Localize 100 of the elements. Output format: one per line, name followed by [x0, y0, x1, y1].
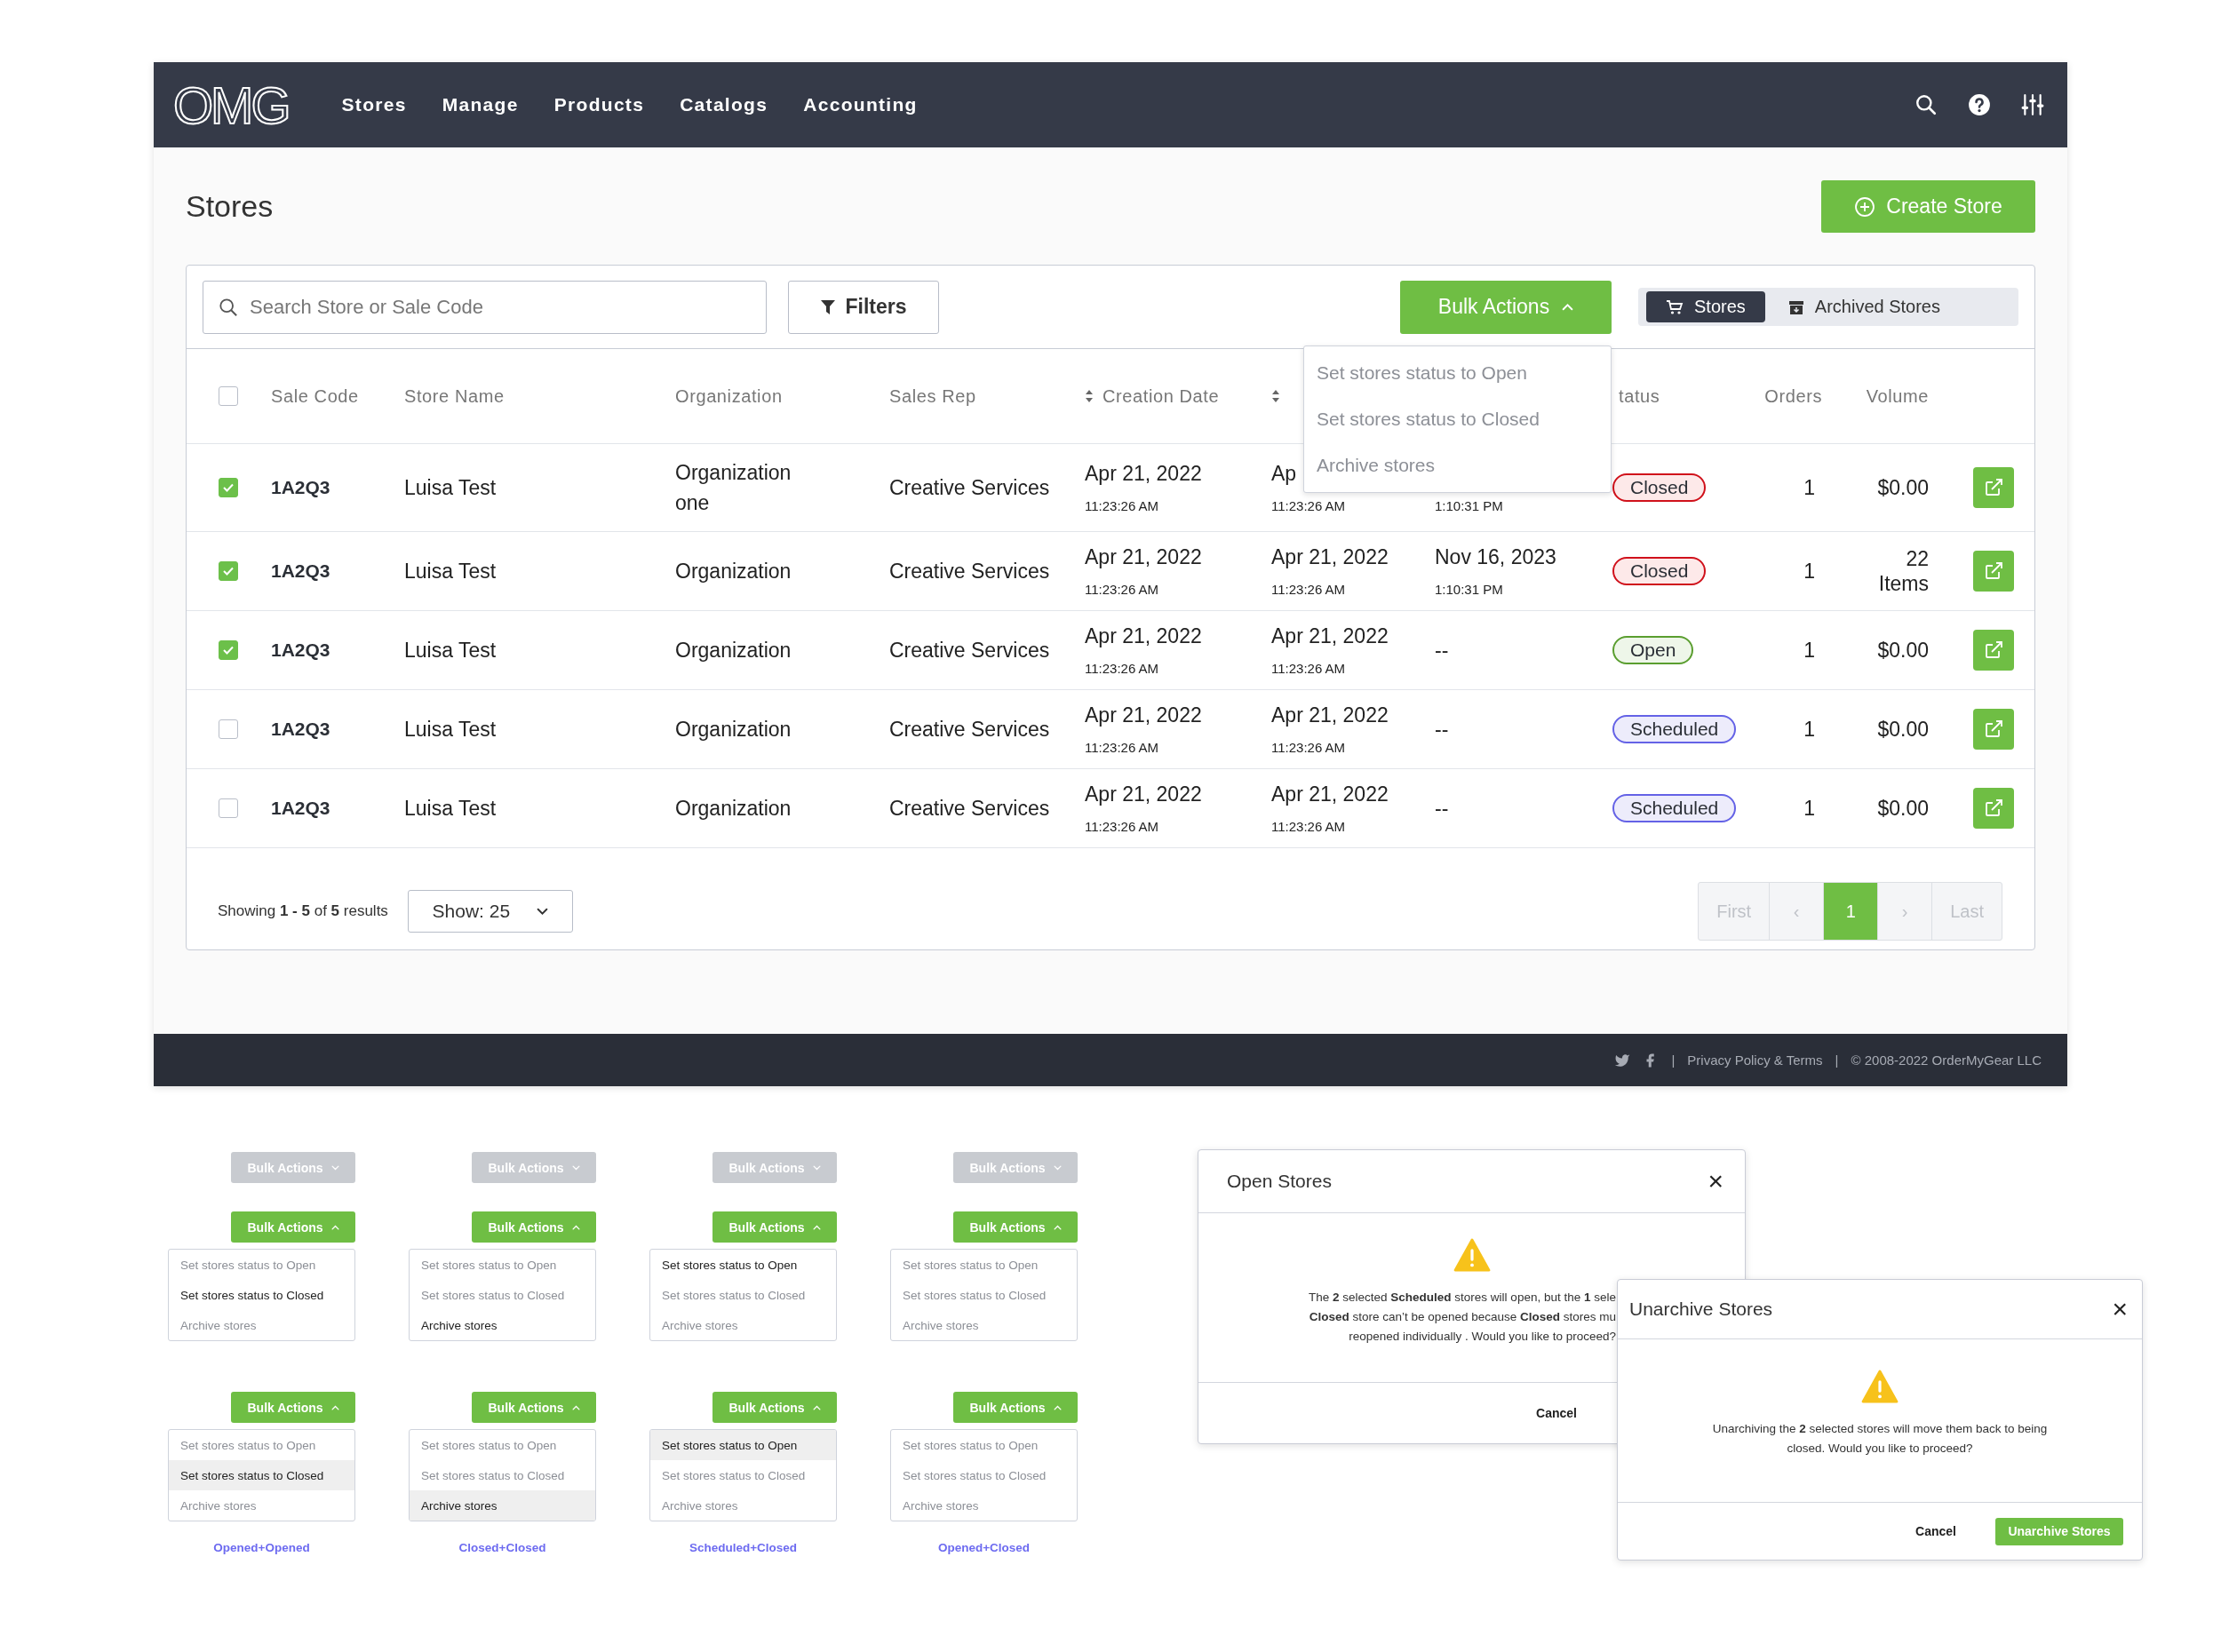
menu-item[interactable]: Set stores status to Open: [650, 1430, 836, 1460]
menu-item[interactable]: Set stores status to Closed: [1304, 395, 1611, 442]
variant-caption: Closed+Closed: [458, 1541, 547, 1554]
menu-item[interactable]: Set stores status to Open: [650, 1250, 836, 1280]
sort-icon[interactable]: [1085, 389, 1094, 403]
dialog-title: Open Stores: [1227, 1171, 1332, 1192]
menu-item[interactable]: Archive stores: [891, 1490, 1077, 1521]
menu-item[interactable]: Archive stores: [410, 1490, 595, 1521]
nav-link[interactable]: Accounting: [803, 94, 918, 115]
bulk-actions-button[interactable]: Bulk Actions: [953, 1211, 1078, 1243]
sales-rep: Creative Services: [889, 717, 1051, 742]
menu-item[interactable]: Set stores status to Open: [1304, 349, 1611, 396]
nav-link[interactable]: Stores: [341, 94, 407, 115]
menu-item[interactable]: Set stores status to Closed: [410, 1280, 595, 1310]
volume-value: $0.00: [1877, 796, 1929, 821]
menu-item[interactable]: Archive stores: [650, 1490, 836, 1521]
menu-item[interactable]: Set stores status to Open: [410, 1250, 595, 1280]
open-store-button[interactable]: [1973, 788, 2014, 829]
open-store-button[interactable]: [1973, 709, 2014, 750]
create-store-button[interactable]: Create Store: [1821, 180, 2035, 233]
select-all-checkbox[interactable]: [219, 386, 238, 406]
sale-code: 1A2Q3: [271, 560, 331, 582]
menu-item[interactable]: Set stores status to Open: [891, 1250, 1077, 1280]
menu-item[interactable]: Archive stores: [1304, 441, 1611, 488]
close-button[interactable]: ×: [1708, 1166, 1723, 1196]
menu-item[interactable]: Set stores status to Open: [410, 1430, 595, 1460]
search-field[interactable]: Search Store or Sale Code: [203, 280, 767, 334]
menu-item[interactable]: Set stores status to Open: [169, 1250, 354, 1280]
bird-icon[interactable]: [1614, 1052, 1631, 1068]
copyright-text: © 2008-2022 OrderMyGear LLC: [1851, 1052, 2042, 1068]
time-text: 11:23:26 AM: [1085, 819, 1159, 834]
row-checkbox[interactable]: [219, 640, 238, 660]
bulk-actions-button[interactable]: Bulk Actions: [231, 1211, 355, 1243]
row-checkbox[interactable]: [219, 719, 238, 739]
privacy-link[interactable]: Privacy Policy & Terms: [1687, 1052, 1823, 1068]
menu-item[interactable]: Set stores status to Closed: [410, 1460, 595, 1490]
time-text: 11:23:26 AM: [1271, 819, 1346, 834]
menu-item[interactable]: Set stores status to Closed: [650, 1460, 836, 1490]
help-icon[interactable]: [1968, 93, 1991, 116]
search-icon[interactable]: [1915, 93, 1938, 116]
menu-item[interactable]: Set stores status to Closed: [891, 1280, 1077, 1310]
pagination-button[interactable]: 1: [1824, 883, 1879, 940]
page-size-select[interactable]: Show: 25: [407, 890, 573, 933]
bulk-actions-button[interactable]: Bulk Actions: [712, 1211, 837, 1243]
open-store-button[interactable]: [1973, 551, 2014, 592]
funnel-icon: [820, 298, 837, 315]
bulk-actions-button[interactable]: Bulk Actions: [712, 1392, 837, 1423]
nav-link[interactable]: Manage: [442, 94, 519, 115]
external-link-icon: [1983, 719, 2004, 740]
warning-icon: [1861, 1370, 1899, 1403]
sale-code: 1A2Q3: [271, 477, 331, 498]
caret-icon: [571, 1164, 580, 1171]
view-tab[interactable]: Stores: [1646, 291, 1765, 322]
date-text: Apr 21, 2022: [1271, 782, 1389, 806]
column-header: Volume: [1866, 385, 1929, 407]
menu-item[interactable]: Archive stores: [650, 1310, 836, 1340]
bulk-actions-button[interactable]: Bulk Actions: [1400, 280, 1612, 334]
filters-button[interactable]: Filters: [788, 280, 939, 334]
date-text: Apr 21, 2022: [1271, 624, 1389, 648]
settings-icon[interactable]: [2021, 93, 2044, 116]
time-text: 11:23:26 AM: [1085, 740, 1159, 755]
cancel-button[interactable]: Cancel: [1910, 1523, 1962, 1539]
menu-item[interactable]: Set stores status to Open: [891, 1430, 1077, 1460]
view-tab[interactable]: Archived Stores: [1768, 291, 1960, 322]
bulk-actions-button[interactable]: Bulk Actions: [472, 1392, 596, 1423]
menu-item[interactable]: Archive stores: [169, 1490, 354, 1521]
page-title: Stores: [186, 189, 274, 224]
logo[interactable]: OMG: [173, 75, 289, 135]
date-text: Ap: [1271, 462, 1297, 486]
confirm-button[interactable]: Unarchive Stores: [1995, 1517, 2123, 1545]
plus-icon: [1854, 195, 1876, 218]
bulk-actions-button[interactable]: Bulk Actions: [472, 1211, 596, 1243]
menu-item[interactable]: Archive stores: [410, 1310, 595, 1340]
nav-link[interactable]: Products: [553, 94, 645, 115]
menu-item[interactable]: Archive stores: [891, 1310, 1077, 1340]
caret-icon: [812, 1224, 821, 1230]
open-store-button[interactable]: [1973, 467, 2014, 508]
menu-item[interactable]: Set stores status to Closed: [891, 1460, 1077, 1490]
close-button[interactable]: ×: [2112, 1294, 2128, 1324]
menu-item[interactable]: Archive stores: [169, 1310, 354, 1340]
bulk-actions-button[interactable]: Bulk Actions: [231, 1392, 355, 1423]
row-checkbox[interactable]: [219, 561, 238, 581]
caret-icon: [1053, 1164, 1062, 1171]
cancel-button[interactable]: Cancel: [1531, 1405, 1582, 1421]
menu-item[interactable]: Set stores status to Open: [169, 1430, 354, 1460]
sort-icon[interactable]: [1271, 389, 1280, 403]
bulk-actions-button[interactable]: Bulk Actions: [953, 1392, 1078, 1423]
menu-item[interactable]: Set stores status to Closed: [169, 1460, 354, 1490]
row-checkbox[interactable]: [219, 798, 238, 818]
variant-caption: Scheduled+Closed: [688, 1541, 799, 1554]
menu-item[interactable]: Set stores status to Closed: [650, 1280, 836, 1310]
nav-link[interactable]: Catalogs: [680, 94, 768, 115]
open-store-button[interactable]: [1973, 630, 2014, 671]
caret-icon: [1053, 1224, 1062, 1230]
menu-item[interactable]: Set stores status to Closed: [169, 1280, 354, 1310]
sale-code: 1A2Q3: [271, 798, 331, 819]
sales-rep: Creative Services: [889, 559, 1051, 584]
row-checkbox[interactable]: [219, 478, 238, 497]
time-text: 11:23:26 AM: [1085, 582, 1159, 597]
date-text: --: [1435, 796, 1449, 821]
